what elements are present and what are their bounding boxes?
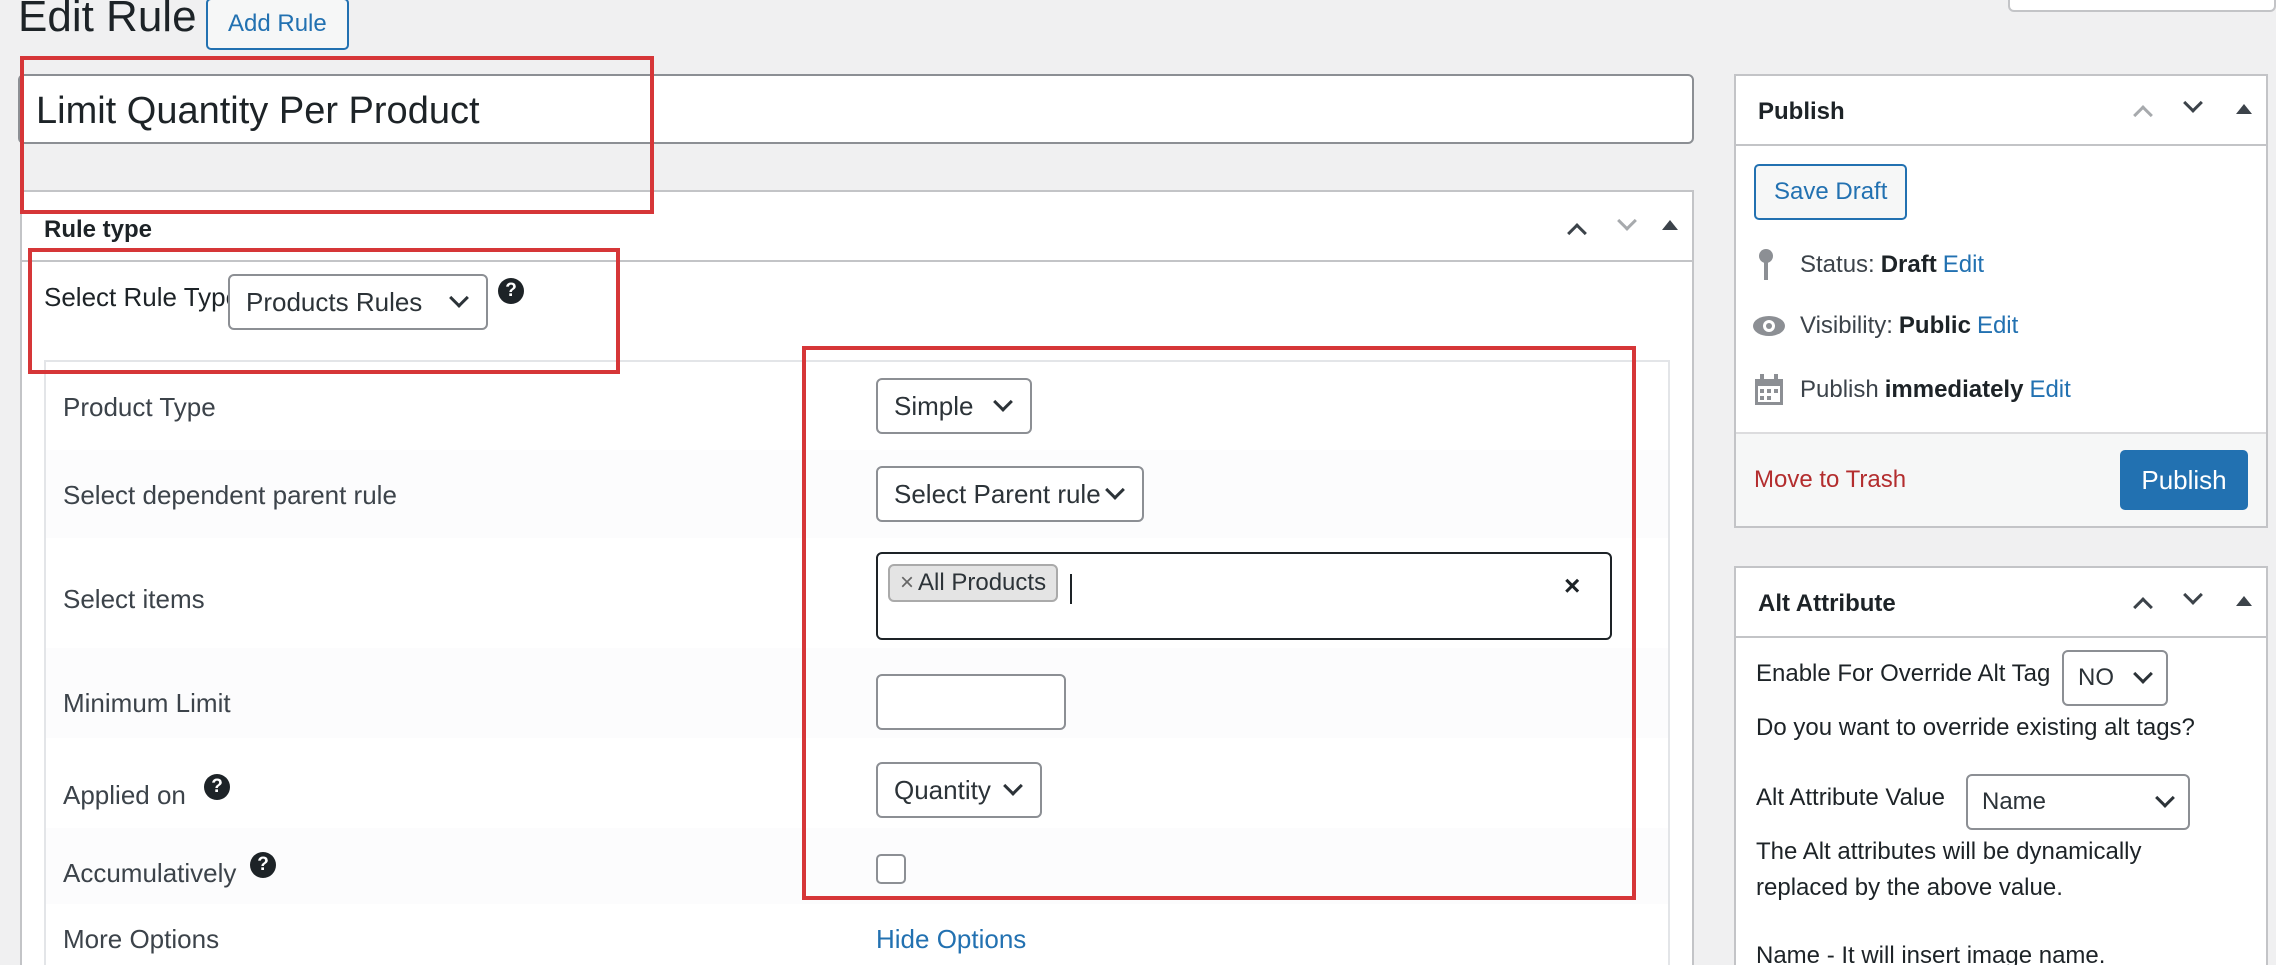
highlight-fields (802, 346, 1636, 900)
product-type-label: Product Type (63, 392, 216, 422)
accumulatively-label: Accumulatively (63, 858, 237, 888)
toggle-panel-icon[interactable] (1662, 220, 1678, 230)
alt-value-label: Alt Attribute Value (1756, 784, 1945, 811)
save-draft-button[interactable]: Save Draft (1754, 164, 1908, 220)
move-to-trash-link[interactable]: Move to Trash (1754, 466, 1906, 494)
highlight-title (20, 56, 654, 214)
visibility-row: Visibility: Public Edit (1752, 312, 2018, 340)
publish-postbox: Publish Save Draft Status: Draft Edit Vi… (1734, 74, 2268, 528)
status-label: Status: (1800, 251, 1875, 278)
enable-override-value: NO (2078, 664, 2114, 691)
alt-attribute-header: Alt Attribute (1736, 568, 2266, 638)
visibility-value: Public (1898, 312, 1971, 339)
dynamic-note-line1: The Alt attributes will be dynamically (1756, 838, 2142, 865)
move-down-icon[interactable] (1617, 211, 1637, 231)
alt-value-selected: Name (1982, 788, 2047, 815)
publish-header: Publish (1736, 76, 2266, 146)
select-items-label: Select items (63, 584, 205, 614)
publish-date-label: Publish (1800, 376, 1879, 403)
highlight-rule-type (28, 248, 620, 374)
alt-attribute-title: Alt Attribute (1758, 590, 1896, 617)
calendar-icon (1755, 374, 1783, 405)
status-edit-link[interactable]: Edit (1943, 251, 1984, 279)
pin-icon (1759, 249, 1773, 280)
publish-title: Publish (1758, 98, 1845, 125)
enable-override-select[interactable]: NO (2062, 650, 2168, 706)
move-up-icon[interactable] (2133, 105, 2153, 125)
help-icon: ? (250, 852, 276, 878)
publish-date-edit-link[interactable]: Edit (2029, 376, 2070, 404)
hide-options-link[interactable]: Hide Options (876, 924, 1026, 955)
enable-override-label: Enable For Override Alt Tag (1756, 660, 2051, 687)
visibility-edit-link[interactable]: Edit (1977, 312, 2018, 340)
status-row: Status: Draft Edit (1756, 248, 1984, 282)
visibility-label: Visibility: (1800, 312, 1893, 339)
publish-date-row: Publish immediately Edit (1754, 374, 2071, 406)
move-up-icon[interactable] (2133, 597, 2153, 617)
add-rule-button[interactable]: Add Rule (206, 0, 349, 50)
alt-attribute-postbox: Alt Attribute Enable For Override Alt Ta… (1734, 566, 2268, 965)
publish-button[interactable]: Publish (2120, 450, 2248, 510)
more-options-label: More Options (63, 924, 220, 954)
move-down-icon[interactable] (2183, 585, 2203, 605)
override-question: Do you want to override existing alt tag… (1756, 714, 2195, 741)
parent-rule-label: Select dependent parent rule (63, 480, 397, 510)
alt-value-select[interactable]: Name (1966, 774, 2190, 830)
move-up-icon[interactable] (1567, 223, 1587, 243)
minimum-limit-label: Minimum Limit (63, 688, 231, 718)
chevron-down-icon (2155, 788, 2175, 808)
page-title: Edit Rule (18, 0, 197, 41)
help-icon: ? (204, 774, 230, 800)
toggle-panel-icon[interactable] (2236, 104, 2252, 114)
move-down-icon[interactable] (2183, 93, 2203, 113)
publish-actions: Move to Trash Publish (1736, 432, 2266, 526)
name-note: Name - It will insert image name. (1756, 942, 2106, 965)
rule-type-title: Rule type (44, 216, 153, 243)
screen-options-tab[interactable] (2008, 0, 2276, 12)
toggle-panel-icon[interactable] (2236, 596, 2252, 606)
applied-on-label: Applied on (63, 780, 186, 810)
eye-icon (1753, 316, 1785, 336)
chevron-down-icon (2133, 664, 2153, 684)
publish-date-value: immediately (1884, 376, 2024, 403)
dynamic-note-line2: replaced by the above value. (1756, 874, 2063, 901)
status-value: Draft (1880, 251, 1937, 278)
